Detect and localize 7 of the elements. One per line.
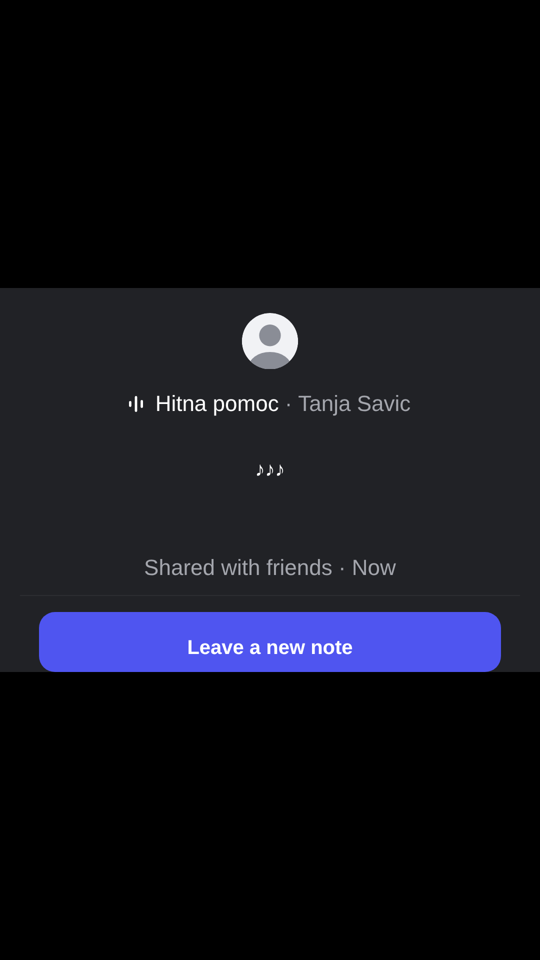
audio-icon: [129, 396, 144, 412]
separator-dot: ·: [284, 390, 292, 418]
share-status: Shared with friends · Now: [144, 554, 396, 582]
leave-note-button[interactable]: Leave a new note: [39, 612, 501, 672]
note-text: ♪♪♪: [255, 458, 285, 482]
artist-name: Tanja Savic: [298, 390, 411, 418]
song-title: Hitna pomoc: [155, 390, 279, 418]
